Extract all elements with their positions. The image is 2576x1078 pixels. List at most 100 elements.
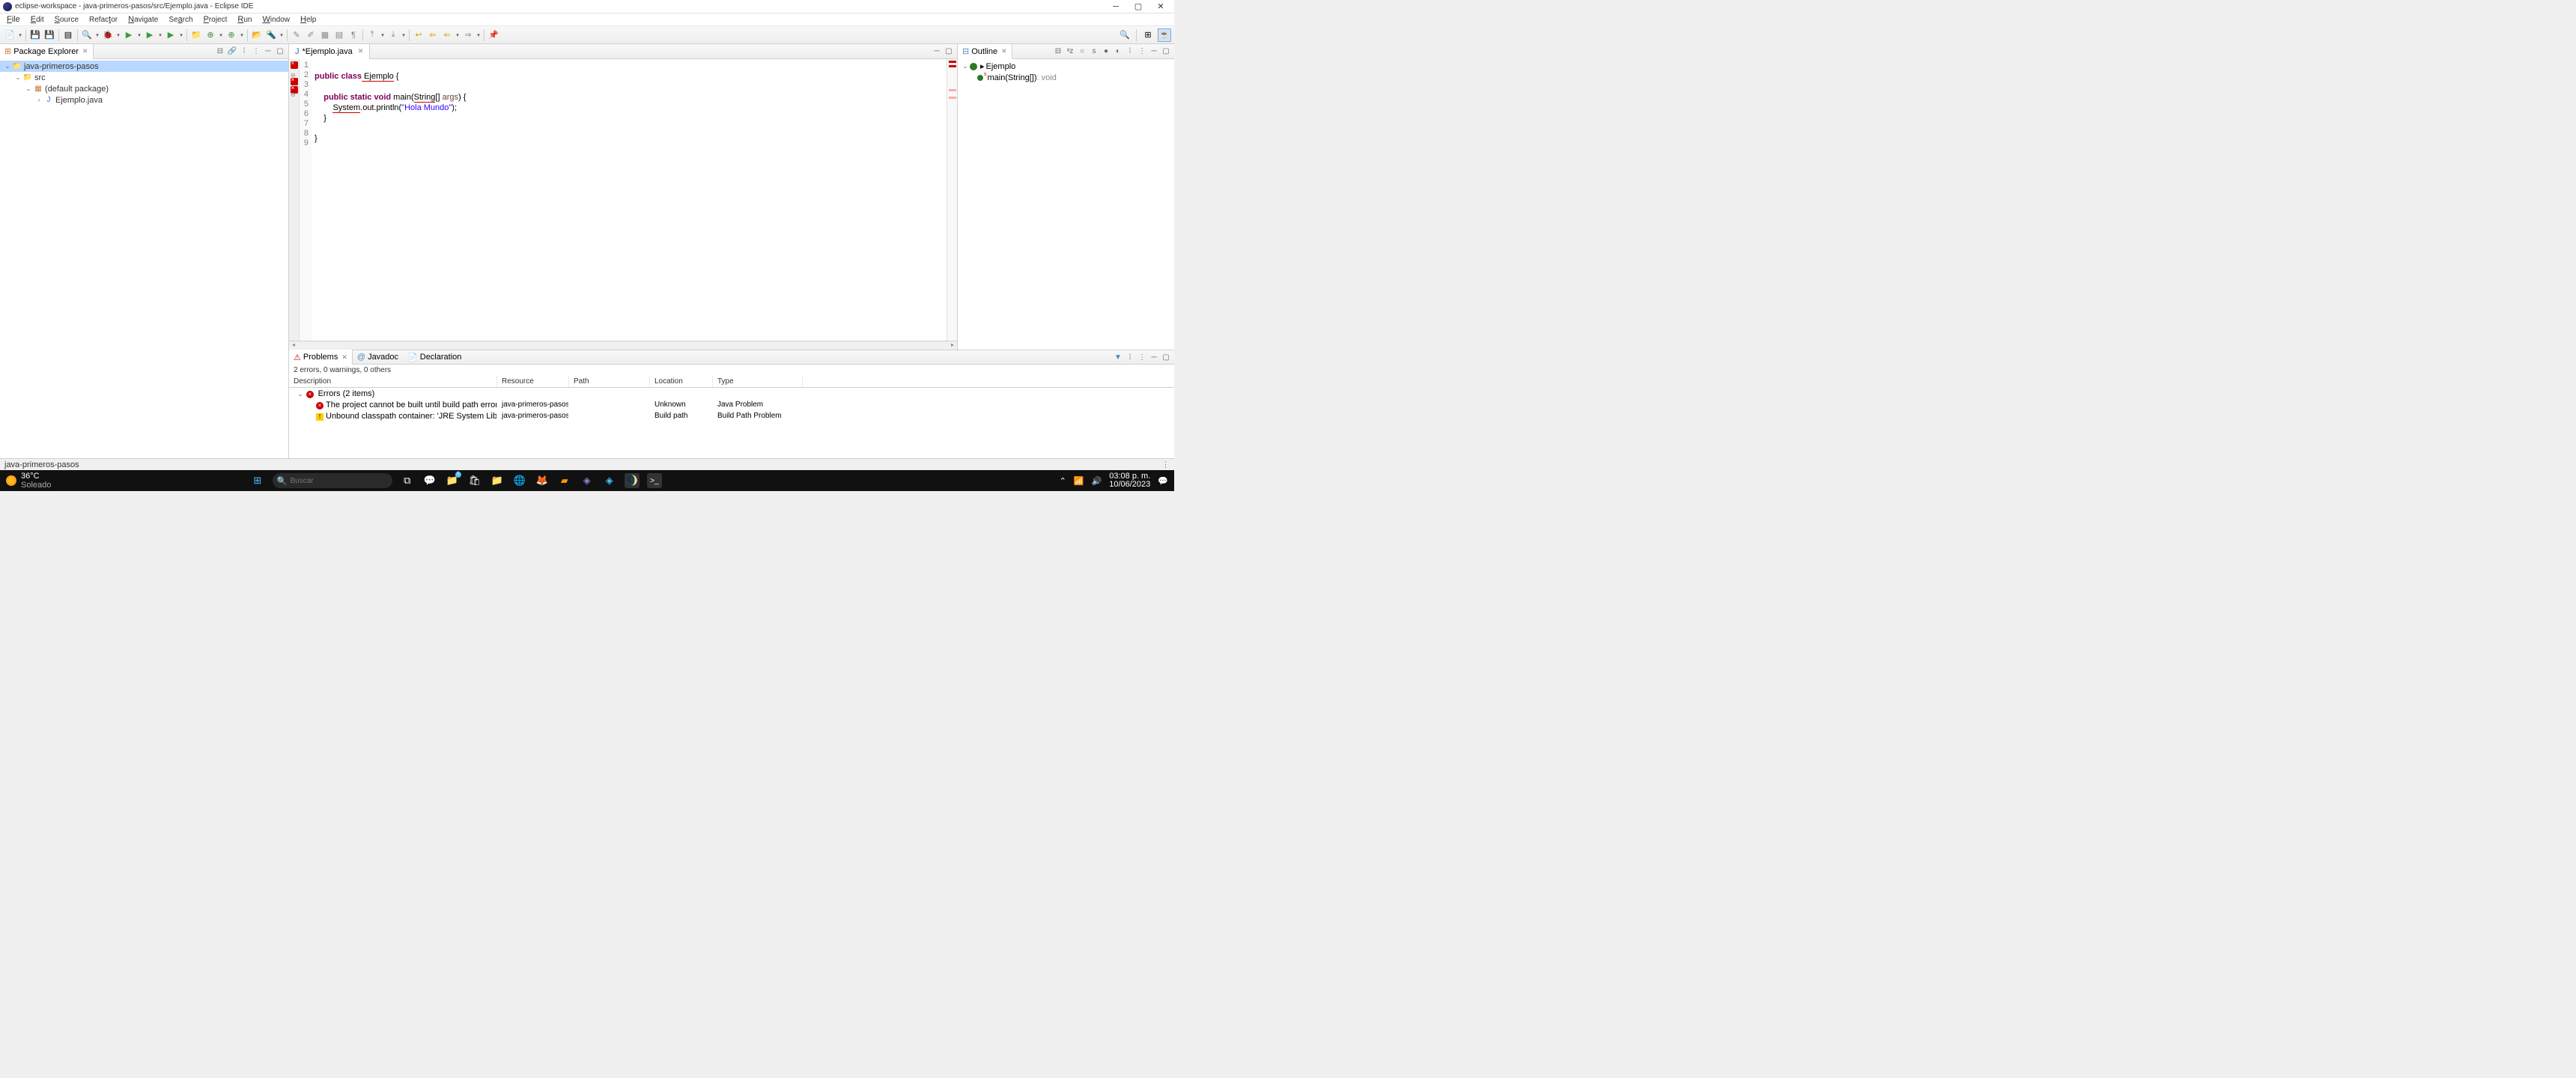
tree-project[interactable]: ⌄ 📁 java-primeros-pasos	[0, 61, 288, 72]
explorer-button[interactable]: 📁1	[445, 473, 460, 488]
run-last-button[interactable]: ▶	[164, 28, 177, 42]
close-icon[interactable]: ✕	[358, 47, 364, 55]
hide-nonpublic-icon[interactable]: ●	[1101, 46, 1111, 57]
save-all-button[interactable]: 💾	[43, 28, 56, 42]
menu-help[interactable]: Help	[295, 15, 321, 24]
menu-search[interactable]: Search	[163, 15, 198, 24]
view-menu-icon[interactable]: ⋮	[1137, 352, 1147, 362]
maximize-view-icon[interactable]: ▢	[275, 46, 285, 57]
toggle-breadcrumb-button[interactable]: ▤	[61, 28, 75, 42]
java-perspective-button[interactable]: ☕	[1158, 28, 1171, 42]
overview-ruler[interactable]	[947, 59, 957, 341]
menu-navigate[interactable]: Navigate	[123, 15, 163, 24]
chrome-button[interactable]: 🌐	[512, 473, 527, 488]
maximize-view-icon[interactable]: ▢	[1161, 352, 1171, 362]
overview-marker[interactable]	[949, 97, 956, 99]
package-explorer-tab[interactable]: ⊞ Package Explorer ✕	[0, 44, 94, 59]
expand-arrow-icon[interactable]: ⌄	[24, 85, 33, 92]
outline-tab[interactable]: ⊟ Outline ✕	[958, 44, 1012, 59]
close-button[interactable]: ✕	[1156, 2, 1165, 11]
sort-icon[interactable]: ⊟	[1053, 46, 1063, 57]
maximize-view-icon[interactable]: ▢	[944, 46, 954, 57]
vscode-button[interactable]: ◈	[602, 473, 617, 488]
focus-icon-icon[interactable]: ⁞	[239, 46, 249, 57]
taskbar-search[interactable]: 🔍	[273, 473, 392, 488]
sublime-button[interactable]: ▰	[557, 473, 572, 488]
debug-button[interactable]: 🐞	[101, 28, 115, 42]
search-input[interactable]	[290, 477, 389, 485]
collapse-all-icon[interactable]: ⊟	[215, 46, 225, 57]
coverage-button[interactable]: ▶	[143, 28, 157, 42]
minimize-view-icon[interactable]: ─	[263, 46, 273, 57]
minimize-view-icon[interactable]: ─	[1149, 46, 1159, 57]
table-row[interactable]: !Unbound classpath container: 'JRE Syste…	[289, 410, 1174, 421]
scroll-left-icon[interactable]: ◂	[289, 341, 298, 350]
col-resource[interactable]: Resource	[497, 376, 569, 387]
outline-class[interactable]: ⌄ ▸ Ejemplo	[958, 61, 1174, 72]
expand-arrow-icon[interactable]: ⌄	[297, 391, 304, 398]
taskbar-clock[interactable]: 03:08 p. m. 10/06/2023	[1109, 472, 1150, 489]
volume-icon[interactable]: 🔊	[1092, 476, 1102, 486]
maximize-view-icon[interactable]: ▢	[1161, 46, 1171, 57]
col-location[interactable]: Location	[650, 376, 713, 387]
tree-default-package[interactable]: ⌄ ▦ (default package)	[0, 83, 288, 94]
link-editor-icon[interactable]: 🔗	[227, 46, 237, 57]
chat-button[interactable]: 💬	[422, 473, 437, 488]
hide-static-icon[interactable]: s	[1089, 46, 1099, 57]
new-package-button[interactable]: ⊕	[204, 28, 217, 42]
new-class-button[interactable]: ⊕	[225, 28, 238, 42]
errors-group[interactable]: ⌄ × Errors (2 items)	[289, 388, 1174, 399]
col-path[interactable]: Path	[569, 376, 650, 387]
toggle-word-wrap-button[interactable]: ▤	[332, 28, 346, 42]
menu-refactor[interactable]: Refactor	[84, 15, 123, 24]
pin-button[interactable]: 📌	[487, 28, 500, 42]
show-whitespace-button[interactable]: ▦	[318, 28, 332, 42]
table-row[interactable]: ×The project cannot be built until build…	[289, 399, 1174, 410]
col-description[interactable]: Description	[289, 376, 497, 387]
store-button[interactable]: 🛍	[467, 473, 482, 488]
menu-window[interactable]: Window	[257, 15, 295, 24]
code-content[interactable]: public class Ejemplo { public static voi…	[312, 59, 947, 341]
toggle-block-button[interactable]: ✐	[304, 28, 318, 42]
open-perspective-button[interactable]: ⊞	[1141, 28, 1155, 42]
back-history-button[interactable]: ⇐	[426, 28, 440, 42]
new-dropdown[interactable]: ▾	[17, 32, 23, 38]
outline-tree[interactable]: ⌄ ▸ Ejemplo s main(String[]) : void	[958, 59, 1174, 350]
view-menu-icon[interactable]: ⋮	[251, 46, 261, 57]
hide-fields-icon[interactable]: ○	[1077, 46, 1087, 57]
tree-java-file[interactable]: › J Ejemplo.java	[0, 94, 288, 106]
expand-arrow-icon[interactable]: ›	[34, 97, 43, 103]
declaration-tab[interactable]: 📄 Declaration	[403, 350, 466, 365]
menu-project[interactable]: Project	[198, 15, 233, 24]
overview-error-marker[interactable]	[949, 61, 956, 63]
annotation-prev-button[interactable]: ⤒	[365, 28, 379, 42]
maximize-button[interactable]: ▢	[1134, 2, 1143, 11]
minimize-view-icon[interactable]: ─	[932, 46, 942, 57]
last-edit-button[interactable]: ↩	[412, 28, 425, 42]
menu-run[interactable]: Run	[232, 15, 257, 24]
expand-arrow-icon[interactable]: ⌄	[13, 74, 22, 81]
overview-marker[interactable]	[949, 89, 956, 91]
hide-local-icon[interactable]: ◐	[1113, 46, 1123, 57]
task-view-button[interactable]: ⧉	[400, 473, 415, 488]
package-explorer-tree[interactable]: ⌄ 📁 java-primeros-pasos ⌄ 📁 src ⌄ ▦ (def…	[0, 59, 288, 458]
new-button[interactable]: 📄	[3, 28, 16, 42]
tray-expand-icon[interactable]: ⌃	[1060, 476, 1066, 486]
open-type-button[interactable]: 📂	[250, 28, 264, 42]
search-icon[interactable]: 🔍	[1118, 28, 1131, 42]
files-button[interactable]: 📁	[490, 473, 505, 488]
outline-method[interactable]: s main(String[]) : void	[958, 72, 1174, 83]
annotation-next-button[interactable]: ⤓	[386, 28, 400, 42]
minimize-view-icon[interactable]: ─	[1149, 352, 1159, 362]
scroll-right-icon[interactable]: ▸	[948, 341, 957, 350]
focus-icon[interactable]: ⁞	[1125, 352, 1135, 362]
start-button[interactable]: ⊞	[250, 473, 265, 488]
view-menu-icon[interactable]: ⋮	[1137, 46, 1147, 57]
firefox-button[interactable]: 🦊	[535, 473, 550, 488]
editor-scrollbar[interactable]: ◂ ▸	[289, 341, 957, 350]
expand-arrow-icon[interactable]: ⌄	[961, 63, 970, 70]
javadoc-tab[interactable]: @ Javadoc	[353, 350, 403, 365]
code-editor[interactable]: 1 2 3 4 5 6 7 8 9 public class Ejemplo {…	[289, 59, 957, 341]
paragraph-button[interactable]: ¶	[347, 28, 360, 42]
error-marker-icon[interactable]	[291, 61, 298, 69]
